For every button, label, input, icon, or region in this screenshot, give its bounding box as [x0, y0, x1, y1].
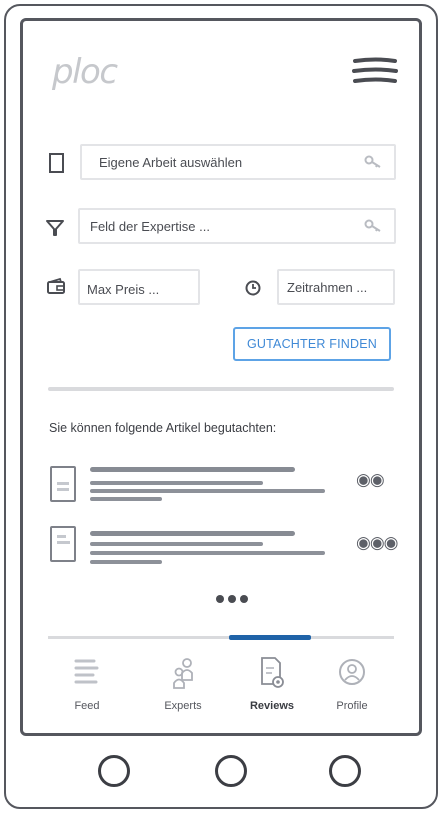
article-text-placeholder — [90, 481, 263, 485]
reviews-icon — [261, 657, 284, 688]
section-divider — [48, 387, 394, 391]
tab-feed-label: Feed — [74, 700, 100, 712]
own-work-input[interactable] — [99, 154, 394, 170]
active-tab-indicator — [229, 635, 311, 640]
experts-icon — [173, 658, 193, 689]
key-icon — [364, 155, 381, 168]
tab-experts-label: Experts — [164, 700, 202, 712]
article-text-placeholder — [90, 542, 263, 546]
article-text-placeholder — [90, 497, 162, 501]
feed-icon — [74, 659, 99, 684]
article-text-placeholder — [90, 551, 325, 555]
max-price-field[interactable] — [78, 269, 200, 305]
article-title-placeholder — [90, 467, 295, 472]
more-dots-icon[interactable] — [214, 593, 250, 605]
reviewable-articles-label: Sie können folgende Artikel begutachten: — [49, 421, 277, 435]
article-document-icon — [50, 466, 76, 502]
timeframe-field[interactable] — [277, 269, 395, 305]
tab-reviews[interactable]: Reviews — [232, 656, 312, 720]
filter-icon — [46, 220, 64, 236]
article-document-icon — [50, 526, 76, 562]
expertise-input[interactable] — [90, 218, 394, 234]
hardware-recent-button[interactable] — [329, 755, 361, 787]
tab-profile[interactable]: Profile — [312, 656, 392, 720]
clock-icon — [245, 280, 261, 296]
phone-screen — [20, 18, 422, 736]
hardware-home-button[interactable] — [215, 755, 247, 787]
expertise-field[interactable] — [78, 208, 396, 244]
timeframe-input[interactable] — [287, 279, 393, 295]
max-price-input[interactable] — [87, 282, 198, 297]
tab-reviews-label: Reviews — [249, 700, 295, 712]
hamburger-menu-icon[interactable] — [352, 57, 398, 85]
find-reviewer-button[interactable]: GUTACHTER FINDEN — [233, 327, 391, 361]
article-list-item[interactable]: ◉◉ — [48, 462, 418, 508]
article-text-placeholder — [90, 489, 325, 493]
tab-bar-track — [48, 636, 394, 639]
own-work-select[interactable] — [80, 144, 396, 180]
tab-feed[interactable]: Feed — [47, 656, 127, 720]
document-icon — [49, 153, 64, 173]
key-icon — [364, 219, 381, 232]
hardware-back-button[interactable] — [98, 755, 130, 787]
review-coins-icon: ◉◉ — [356, 470, 385, 489]
app-logo: ploc — [52, 52, 118, 92]
article-title-placeholder — [90, 531, 295, 536]
profile-icon — [339, 659, 365, 685]
article-text-placeholder — [90, 560, 162, 564]
wallet-icon — [47, 277, 65, 294]
tab-profile-label: Profile — [336, 700, 368, 712]
review-coins-icon: ◉◉◉ — [356, 533, 399, 552]
article-list-item[interactable]: ◉◉◉ — [48, 524, 418, 570]
tab-experts[interactable]: Experts — [143, 656, 223, 720]
